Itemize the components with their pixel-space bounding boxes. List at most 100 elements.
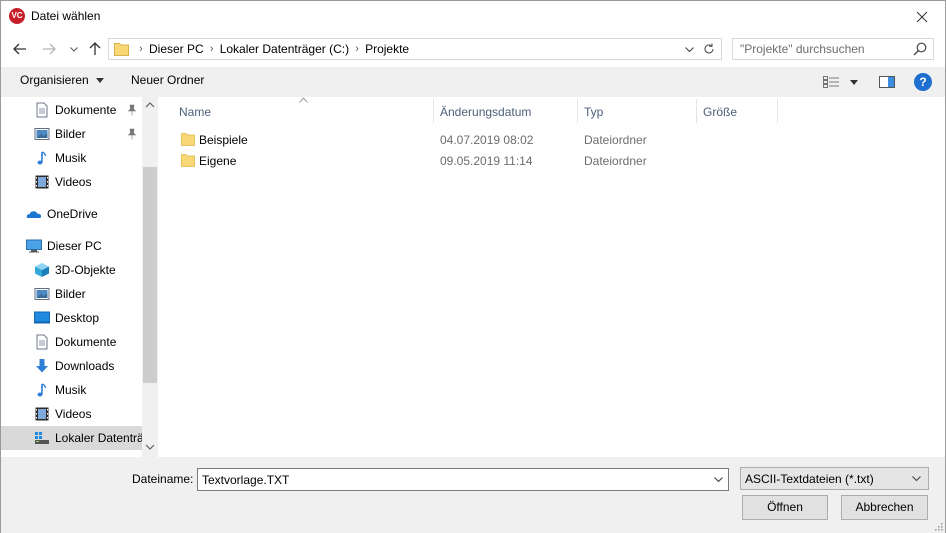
- sidebar-item-label: Bilder: [55, 287, 86, 301]
- address-history-button[interactable]: [681, 39, 697, 59]
- scrollbar-thumb[interactable]: [143, 167, 157, 383]
- 3d-objects-icon: [35, 263, 49, 277]
- breadcrumb-separator-icon[interactable]: ›: [204, 43, 220, 55]
- column-header-name[interactable]: Name: [173, 97, 433, 124]
- close-button[interactable]: [899, 1, 945, 32]
- pin-icon[interactable]: [126, 104, 138, 116]
- local-disk-icon: [35, 432, 49, 444]
- refresh-button[interactable]: [699, 39, 719, 59]
- file-type-select[interactable]: ASCII-Textdateien (*.txt): [740, 467, 929, 490]
- sidebar-item-label: Downloads: [55, 359, 115, 373]
- sidebar-item-label: Lokaler Datenträ: [55, 431, 142, 445]
- breadcrumb-item-local-disk[interactable]: Lokaler Datenträger (C:): [220, 42, 349, 56]
- breadcrumb-separator-icon[interactable]: ›: [349, 43, 365, 55]
- filename-input[interactable]: [198, 469, 708, 490]
- filename-history-button[interactable]: [710, 470, 726, 489]
- up-button[interactable]: [84, 38, 106, 60]
- chevron-down-icon: [912, 476, 921, 481]
- close-icon: [916, 11, 928, 22]
- new-folder-button[interactable]: Neuer Ordner: [131, 73, 204, 87]
- details-view-icon: [823, 76, 839, 88]
- resize-grip-icon[interactable]: [933, 521, 943, 531]
- folder-icon: [181, 154, 195, 167]
- pictures-icon: [34, 288, 50, 300]
- column-header-date[interactable]: Änderungsdatum: [434, 97, 577, 124]
- column-header-size[interactable]: Größe: [697, 97, 777, 124]
- forward-button[interactable]: [38, 38, 60, 60]
- sidebar-item-videos-pc[interactable]: Videos: [1, 402, 142, 426]
- sidebar-item-label: Musik: [55, 151, 87, 165]
- pin-icon[interactable]: [126, 128, 138, 140]
- documents-icon: [36, 334, 48, 350]
- sidebar-item-musik-pc[interactable]: Musik: [1, 378, 142, 402]
- change-view-button[interactable]: [823, 73, 863, 91]
- organize-button[interactable]: Organisieren: [20, 73, 105, 87]
- chevron-down-icon: [684, 46, 694, 52]
- arrow-left-icon: [13, 43, 26, 55]
- preview-pane-button[interactable]: [877, 73, 897, 91]
- documents-icon: [36, 102, 48, 118]
- sidebar-item-downloads[interactable]: Downloads: [1, 354, 142, 378]
- sidebar-item-dieser-pc[interactable]: Dieser PC: [1, 234, 142, 258]
- sidebar-item-label: Dokumente: [55, 103, 117, 117]
- chevron-down-icon: [713, 477, 723, 482]
- file-date: 09.05.2019 11:14: [440, 154, 533, 168]
- music-icon: [37, 383, 47, 397]
- window-title: Datei wählen: [31, 9, 101, 23]
- folder-icon: [114, 43, 129, 56]
- preview-pane-icon: [879, 76, 895, 88]
- open-button[interactable]: Öffnen: [742, 495, 828, 520]
- sidebar-item-3d-objekte[interactable]: 3D-Objekte: [1, 258, 142, 282]
- onedrive-icon: [26, 211, 42, 218]
- sidebar-item-dokumente-pc[interactable]: Dokumente: [1, 330, 142, 354]
- sidebar-item-label: Desktop: [55, 311, 100, 325]
- back-button[interactable]: [9, 38, 31, 60]
- file-type: Dateiordner: [584, 154, 647, 168]
- file-date: 04.07.2019 08:02: [440, 133, 534, 147]
- pictures-icon: [34, 128, 50, 140]
- cancel-button[interactable]: Abbrechen: [841, 495, 928, 520]
- caret-down-icon: [96, 78, 105, 84]
- folder-icon: [181, 133, 195, 146]
- sidebar-item-musik[interactable]: Musik: [1, 146, 142, 170]
- sidebar-item-videos[interactable]: Videos: [1, 170, 142, 194]
- downloads-icon: [36, 359, 48, 373]
- scroll-up-icon[interactable]: [145, 101, 155, 109]
- breadcrumb-item-this-pc[interactable]: Dieser PC: [149, 42, 204, 56]
- sidebar-item-bilder-pc[interactable]: Bilder: [1, 282, 142, 306]
- file-type: Dateiordner: [584, 133, 647, 147]
- search-box: [732, 38, 934, 60]
- sidebar-item-label: Bilder: [55, 127, 86, 141]
- app-logo-icon: VC: [9, 8, 25, 24]
- list-item[interactable]: Beispiele 04.07.2019 08:02 Dateiordner: [159, 129, 945, 150]
- chevron-down-icon: [70, 46, 78, 52]
- sidebar-item-label: OneDrive: [47, 207, 98, 221]
- search-icon[interactable]: [913, 42, 927, 56]
- this-pc-icon: [26, 239, 42, 253]
- sidebar-item-label: Dokumente: [55, 335, 117, 349]
- sidebar-item-label: Videos: [55, 407, 92, 421]
- navigation-pane-scrollbar[interactable]: [142, 97, 158, 457]
- help-button[interactable]: ?: [914, 73, 932, 91]
- sidebar-item-dokumente[interactable]: Dokumente: [1, 98, 142, 122]
- filename-combobox: [197, 468, 729, 491]
- sidebar-item-bilder[interactable]: Bilder: [1, 122, 142, 146]
- scroll-down-icon[interactable]: [145, 443, 155, 451]
- refresh-icon: [704, 43, 714, 54]
- search-input[interactable]: [733, 39, 908, 59]
- file-type-selected: ASCII-Textdateien (*.txt): [745, 472, 874, 486]
- arrow-up-icon: [89, 42, 101, 55]
- recent-locations-button[interactable]: [63, 38, 85, 60]
- file-type-dropdown[interactable]: [912, 470, 924, 487]
- sidebar-item-label: 3D-Objekte: [55, 263, 116, 277]
- breadcrumb-item-projekte[interactable]: Projekte: [365, 42, 409, 56]
- sidebar-item-desktop[interactable]: Desktop: [1, 306, 142, 330]
- column-divider[interactable]: [777, 99, 778, 123]
- address-bar[interactable]: › Dieser PC › Lokaler Datenträger (C:) ›…: [108, 38, 722, 60]
- list-item[interactable]: Eigene 09.05.2019 11:14 Dateiordner: [159, 150, 945, 171]
- sidebar-item-onedrive[interactable]: OneDrive: [1, 202, 142, 226]
- breadcrumb-separator-icon: ›: [139, 43, 143, 55]
- column-header-type[interactable]: Typ: [578, 97, 696, 124]
- sidebar-item-label: Musik: [55, 383, 87, 397]
- sidebar-item-lokaler-datentraeger[interactable]: Lokaler Datenträ: [1, 426, 142, 450]
